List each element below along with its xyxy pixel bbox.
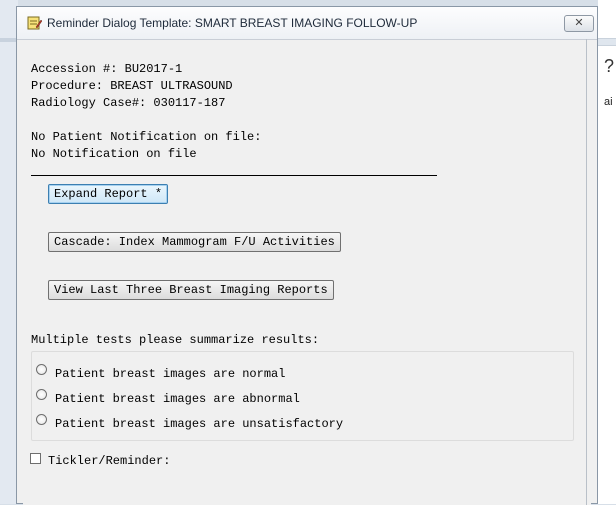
window-title: Reminder Dialog Template: SMART BREAST I…	[47, 16, 418, 30]
close-icon: ✕	[574, 17, 584, 29]
reminder-note-icon	[27, 16, 42, 30]
results-option-unsatisfactory[interactable]: Patient breast images are unsatisfactory	[55, 417, 343, 431]
accession-number: Accession #: BU2017-1	[31, 62, 183, 76]
background-toolbar-strip	[598, 38, 616, 46]
results-option-normal[interactable]: Patient breast images are normal	[55, 367, 285, 381]
expand-report-button[interactable]: Expand Report *	[48, 184, 169, 204]
cascade-button[interactable]: Cascade: Index Mammogram F/U Activities	[48, 232, 341, 252]
results-radio-unsatisfactory[interactable]	[36, 414, 47, 425]
close-button[interactable]: ✕	[564, 15, 594, 32]
reminder-dialog: Reminder Dialog Template: SMART BREAST I…	[16, 6, 598, 505]
results-radio-abnormal[interactable]	[36, 389, 47, 400]
title-bar[interactable]: Reminder Dialog Template: SMART BREAST I…	[17, 7, 597, 40]
section-divider	[31, 175, 437, 176]
view-last-three-reports-button[interactable]: View Last Three Breast Imaging Reports	[48, 280, 334, 300]
notification-heading: No Patient Notification on file:	[31, 130, 262, 144]
notification-value: No Notification on file	[31, 147, 197, 161]
tickler-checkbox[interactable]	[30, 453, 41, 464]
background-window-right: ? ai	[598, 0, 616, 504]
dialog-body: Accession #: BU2017-1 Procedure: BREAST …	[23, 40, 591, 505]
dialog-inner-border	[586, 39, 587, 505]
results-prompt: Multiple tests please summarize results:	[31, 333, 320, 347]
background-help-glyph: ?	[604, 56, 615, 76]
results-radio-normal[interactable]	[36, 364, 47, 375]
tickler-label[interactable]: Tickler/Reminder:	[48, 454, 170, 468]
background-text-fragment: ai	[604, 96, 613, 108]
procedure: Procedure: BREAST ULTRASOUND	[31, 79, 233, 93]
radiology-case-number: Radiology Case#: 030117-187	[31, 96, 226, 110]
results-option-abnormal[interactable]: Patient breast images are abnormal	[55, 392, 300, 406]
